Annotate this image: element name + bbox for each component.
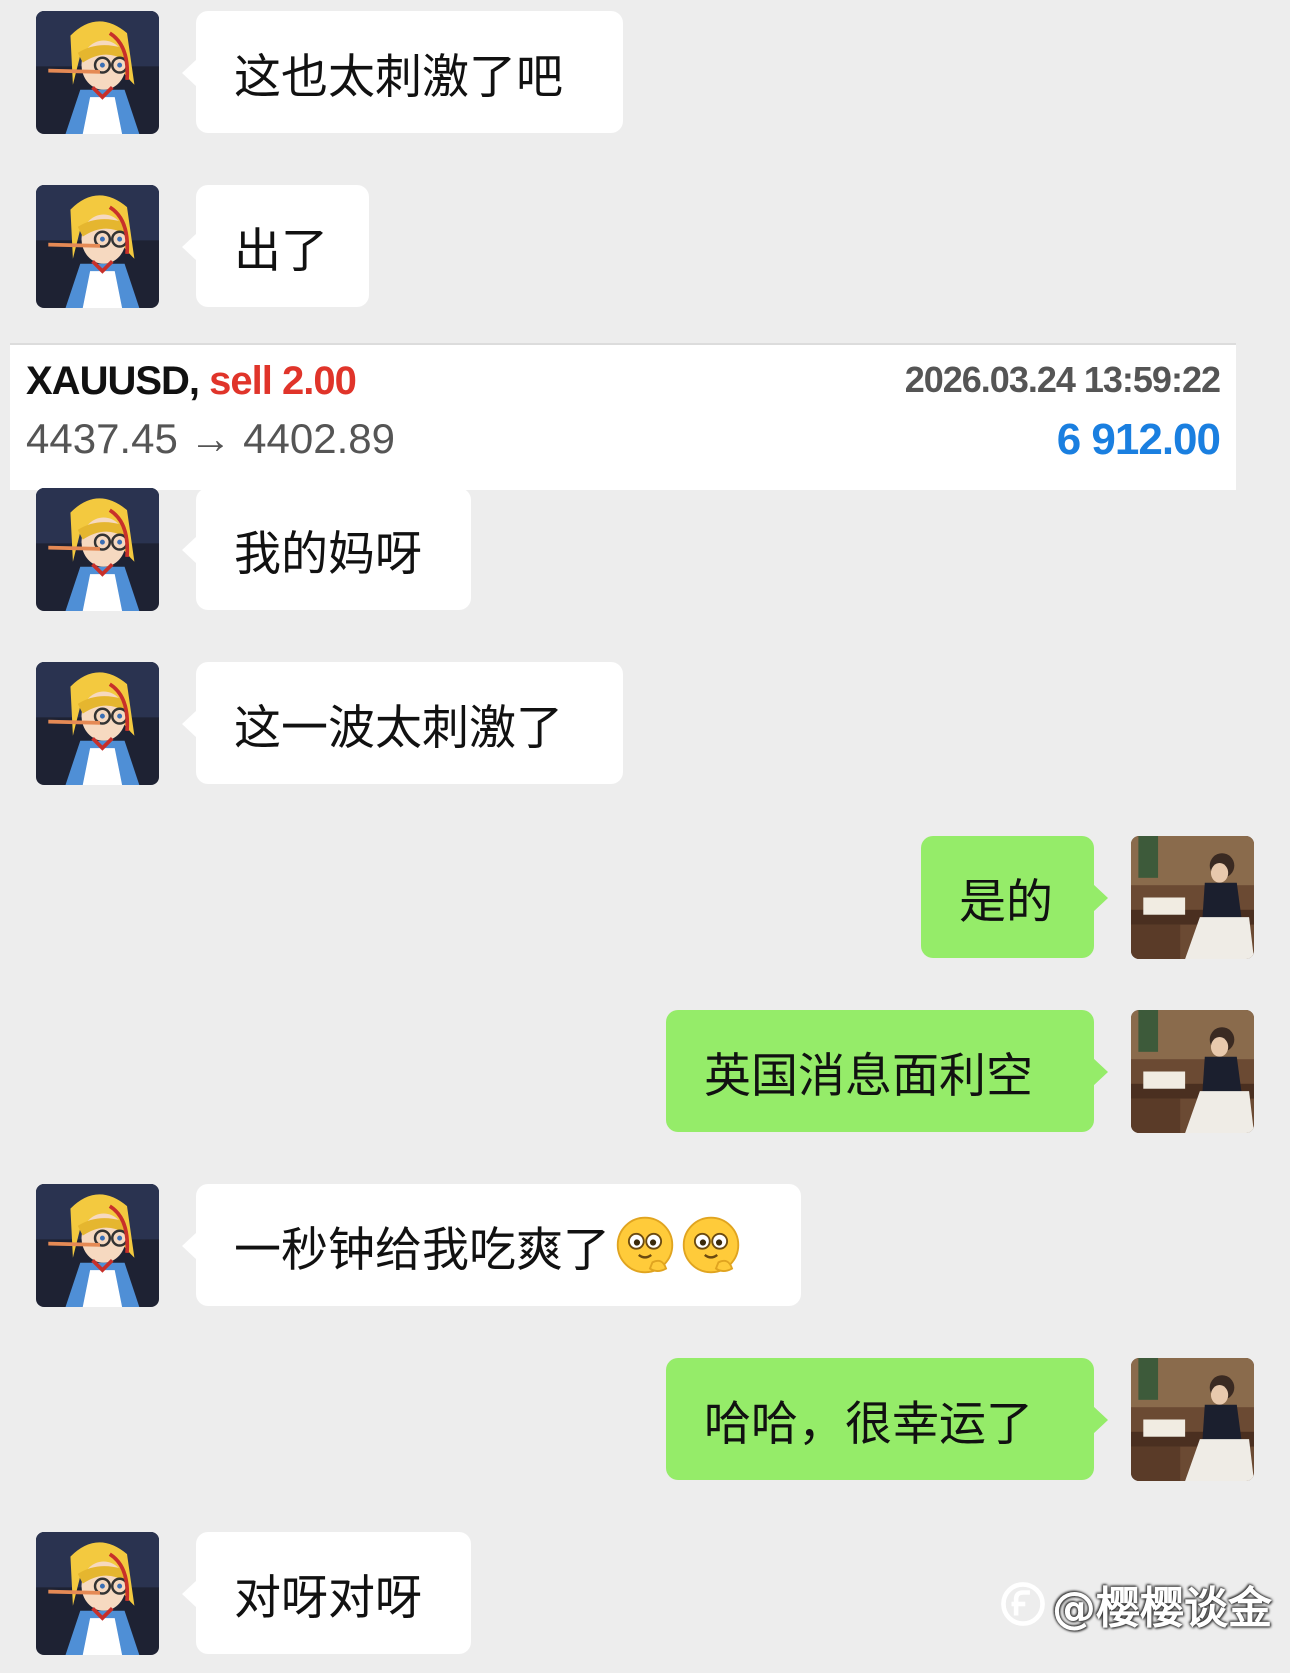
message-bubble-outgoing[interactable]: 英国消息面利空 <box>666 1010 1108 1132</box>
cartoon-girl-avatar-icon <box>36 11 159 134</box>
trade-prices: 4437.45 → 4402.89 <box>26 415 395 462</box>
message-bubble-incoming[interactable]: 出了 <box>182 185 369 307</box>
grinning-face-emoji-icon <box>680 1214 742 1276</box>
contact-avatar[interactable] <box>36 185 159 308</box>
message-text: 我的妈呀 <box>234 526 422 582</box>
cartoon-girl-avatar-icon <box>36 185 159 308</box>
message-bubble-incoming[interactable]: 对呀对呀 <box>182 1532 471 1654</box>
trade-symbol: XAUUSD, <box>26 359 200 403</box>
grinning-face-emoji-icon <box>614 1214 676 1276</box>
my-avatar[interactable] <box>1131 1358 1254 1481</box>
contact-avatar[interactable] <box>36 1532 159 1655</box>
watermark-text: @樱樱谈金 <box>1052 1583 1272 1634</box>
message-text: 是的 <box>959 874 1053 930</box>
cartoon-girl-avatar-icon <box>36 1532 159 1655</box>
reading-woman-photo-avatar-icon <box>1131 1010 1254 1133</box>
reading-woman-photo-avatar-icon <box>1131 1358 1254 1481</box>
contact-avatar[interactable] <box>36 1184 159 1307</box>
trade-header: XAUUSD, sell 2.00 <box>26 359 357 404</box>
reading-woman-photo-avatar-icon <box>1131 836 1254 959</box>
message-text: 一秒钟给我吃爽了 <box>234 1222 610 1278</box>
trade-profit: 6 912.00 <box>1056 415 1221 464</box>
message-bubble-incoming[interactable]: 这一波太刺激了 <box>182 662 623 784</box>
message-bubble-outgoing[interactable]: 是的 <box>921 836 1108 958</box>
cartoon-girl-avatar-icon <box>36 662 159 785</box>
message-text: 对呀对呀 <box>234 1570 422 1626</box>
trade-result-card: XAUUSD, sell 2.00 4437.45 → 4402.89 2026… <box>10 343 1236 490</box>
message-text: 出了 <box>234 223 328 279</box>
contact-avatar[interactable] <box>36 11 159 134</box>
contact-avatar[interactable] <box>36 488 159 611</box>
my-avatar[interactable] <box>1131 836 1254 959</box>
cartoon-girl-avatar-icon <box>36 488 159 611</box>
my-avatar[interactable] <box>1131 1010 1254 1133</box>
trade-side: sell 2.00 <box>209 359 357 403</box>
message-text: 哈哈，很幸运了 <box>704 1396 1033 1452</box>
contact-avatar[interactable] <box>36 662 159 785</box>
cartoon-girl-avatar-icon <box>36 1184 159 1307</box>
message-text: 英国消息面利空 <box>704 1048 1033 1104</box>
message-bubble-incoming[interactable]: 我的妈呀 <box>182 488 471 610</box>
trade-time: 2026.03.24 13:59:22 <box>904 359 1221 400</box>
watermark: @樱樱谈金 <box>1000 1572 1272 1636</box>
message-bubble-incoming[interactable]: 一秒钟给我吃爽了 <box>182 1184 801 1306</box>
message-text: 这一波太刺激了 <box>234 700 563 756</box>
platform-logo-icon <box>1001 1582 1045 1626</box>
message-bubble-incoming[interactable]: 这也太刺激了吧 <box>182 11 623 133</box>
message-text: 这也太刺激了吧 <box>234 49 563 105</box>
message-bubble-outgoing[interactable]: 哈哈，很幸运了 <box>666 1358 1108 1480</box>
